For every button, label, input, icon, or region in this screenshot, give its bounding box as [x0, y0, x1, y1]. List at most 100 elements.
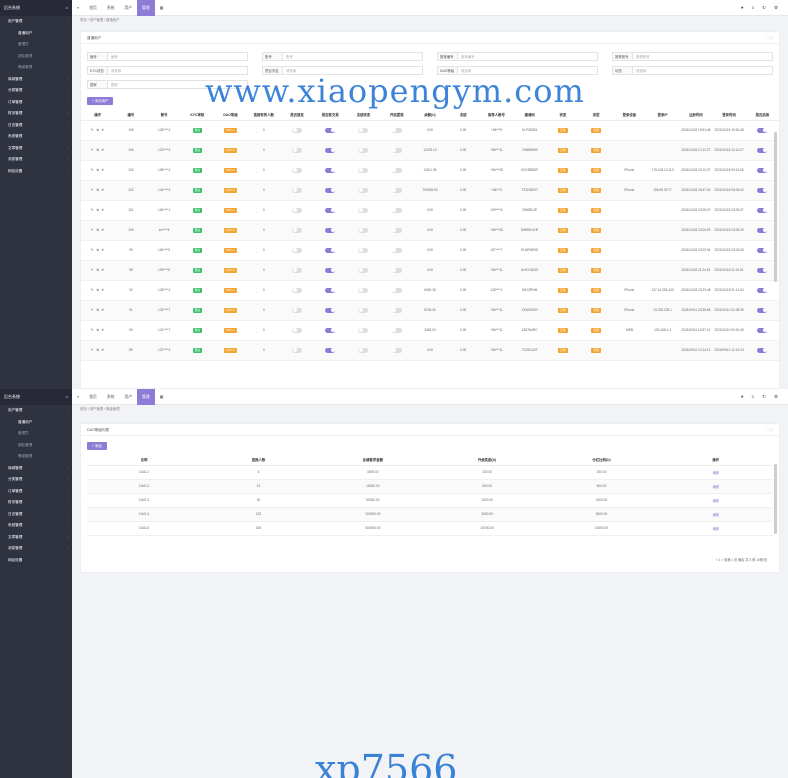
trade-switch[interactable]	[325, 267, 336, 273]
cell-freeze[interactable]	[346, 120, 381, 141]
filter-field[interactable]: DAO等级 请选择	[437, 66, 598, 75]
sidebar-item[interactable]: 日志管理 ›	[0, 120, 72, 132]
cell-locked[interactable]	[280, 220, 314, 241]
column-header[interactable]: 注册时间	[679, 109, 713, 121]
grid-icon[interactable]: ▦	[155, 389, 169, 405]
column-header[interactable]: 邀请码	[513, 109, 547, 121]
cell-withdraw[interactable]	[380, 140, 414, 161]
column-header[interactable]: 是否能交易	[313, 109, 347, 121]
locked-switch[interactable]	[292, 327, 303, 333]
sidebar-item[interactable]: 系统管理 ›	[0, 131, 72, 143]
locked-switch[interactable]	[292, 127, 303, 133]
cell-locked[interactable]	[280, 240, 314, 261]
locked-switch[interactable]	[292, 307, 303, 313]
cell-withdraw[interactable]	[380, 220, 414, 241]
cell-withdraw[interactable]	[380, 340, 414, 361]
tab-system[interactable]: 系统	[102, 389, 120, 405]
sidebar-item[interactable]: 管理员	[0, 39, 72, 51]
cell-enabled[interactable]	[745, 280, 779, 301]
cell-trade[interactable]	[313, 320, 347, 341]
edit-link[interactable]: 编辑	[713, 471, 719, 475]
edit-icons[interactable]: ✎ ⧉ ▾	[91, 148, 105, 152]
edit-link[interactable]: 编辑	[713, 485, 719, 489]
home-icon[interactable]: ⌂	[66, 0, 68, 16]
row-actions[interactable]: ✎ ⧉ ▾	[81, 120, 115, 141]
column-header[interactable]: 登录IP	[645, 109, 680, 121]
tab-home[interactable]: 首页	[84, 0, 102, 16]
locked-switch[interactable]	[292, 347, 303, 353]
sidebar-item[interactable]: 财务管理 ›	[0, 497, 72, 509]
withdraw-switch[interactable]	[391, 227, 402, 233]
filter-input[interactable]: 请选择	[458, 67, 597, 74]
sidebar-item[interactable]: 财务管理 ›	[0, 108, 72, 120]
row-actions[interactable]: ✎ ⧉ ▾	[81, 180, 115, 201]
cell-freeze[interactable]	[346, 280, 381, 301]
cell-locked[interactable]	[280, 300, 314, 321]
freeze-switch[interactable]	[358, 307, 369, 313]
freeze-switch[interactable]	[358, 327, 369, 333]
withdraw-switch[interactable]	[391, 267, 402, 273]
column-header[interactable]: 冻结状态	[346, 109, 381, 121]
cell-withdraw[interactable]	[380, 240, 414, 261]
column-header[interactable]: 开启提现	[380, 109, 414, 121]
withdraw-switch[interactable]	[391, 167, 402, 173]
cell-freeze[interactable]	[346, 240, 381, 261]
withdraw-switch[interactable]	[391, 307, 402, 313]
enabled-switch[interactable]	[757, 287, 768, 293]
row-actions[interactable]: ✎ ⧉ ▾	[81, 200, 115, 221]
trade-switch[interactable]	[325, 227, 336, 233]
expand-icon[interactable]: ⛶ ⤢	[767, 424, 779, 435]
cell-freeze[interactable]	[346, 220, 381, 241]
cell-locked[interactable]	[280, 160, 314, 181]
cell-locked[interactable]	[280, 120, 314, 141]
cell-trade[interactable]	[313, 160, 347, 181]
filter-field[interactable]: KYC状态 请选择	[87, 66, 248, 75]
cell-withdraw[interactable]	[380, 160, 414, 181]
filter-field[interactable]: 是否冻结 请选择	[262, 66, 423, 75]
locked-switch[interactable]	[292, 167, 303, 173]
cell-withdraw[interactable]	[380, 200, 414, 221]
cell-freeze[interactable]	[346, 300, 381, 321]
column-header[interactable]: 直推有效人数	[247, 109, 281, 121]
cell-enabled[interactable]	[745, 340, 779, 361]
cell-trade[interactable]	[313, 200, 347, 221]
edit-link[interactable]: 编辑	[713, 527, 719, 531]
column-header[interactable]: 登录设备	[612, 109, 646, 121]
enabled-switch[interactable]	[757, 147, 768, 153]
column-header[interactable]: 登录时间	[712, 109, 746, 121]
sidebar-item[interactable]: 网站设置 ›	[0, 555, 72, 567]
home-icon[interactable]: ⌂	[66, 389, 68, 405]
withdraw-switch[interactable]	[391, 127, 402, 133]
scrollbar[interactable]	[774, 132, 777, 282]
enabled-switch[interactable]	[757, 227, 768, 233]
filter-field[interactable]: 国家 国家	[87, 80, 248, 89]
enabled-switch[interactable]	[757, 267, 768, 273]
column-header[interactable]: 账号	[147, 109, 181, 121]
cell-withdraw[interactable]	[380, 120, 414, 141]
cell-withdraw[interactable]	[380, 180, 414, 201]
filter-field[interactable]: 推荐编号 推荐编号	[437, 52, 598, 61]
trade-switch[interactable]	[325, 167, 336, 173]
locked-switch[interactable]	[292, 207, 303, 213]
menu-toggle-icon[interactable]: ≡	[72, 0, 84, 16]
trade-switch[interactable]	[325, 127, 336, 133]
cell-locked[interactable]	[280, 340, 314, 361]
edit-icons[interactable]: ✎ ⧉ ▾	[91, 328, 105, 332]
tab-system[interactable]: 系统	[102, 0, 120, 16]
edit-icons[interactable]: ✎ ⧉ ▾	[91, 308, 105, 312]
edit-icons[interactable]: ✎ ⧉ ▾	[91, 168, 105, 172]
sidebar-item[interactable]: 文章管理 ›	[0, 143, 72, 155]
row-actions[interactable]: ✎ ⧉ ▾	[81, 140, 115, 161]
withdraw-switch[interactable]	[391, 287, 402, 293]
cell-trade[interactable]	[313, 280, 347, 301]
column-header[interactable]: 是否启用	[745, 109, 779, 121]
menu-icon[interactable]: ≡	[752, 394, 755, 400]
trade-switch[interactable]	[325, 347, 336, 353]
filter-field[interactable]: 状态 请选择	[612, 66, 773, 75]
cell-trade[interactable]	[313, 300, 347, 321]
sidebar-item[interactable]: 用户管理 ›	[0, 16, 72, 28]
sidebar-item[interactable]: 用户管理 ›	[0, 405, 72, 417]
sidebar-item[interactable]: 商城管理 ›	[0, 463, 72, 475]
cell-trade[interactable]	[313, 240, 347, 261]
cell-locked[interactable]	[280, 140, 314, 161]
